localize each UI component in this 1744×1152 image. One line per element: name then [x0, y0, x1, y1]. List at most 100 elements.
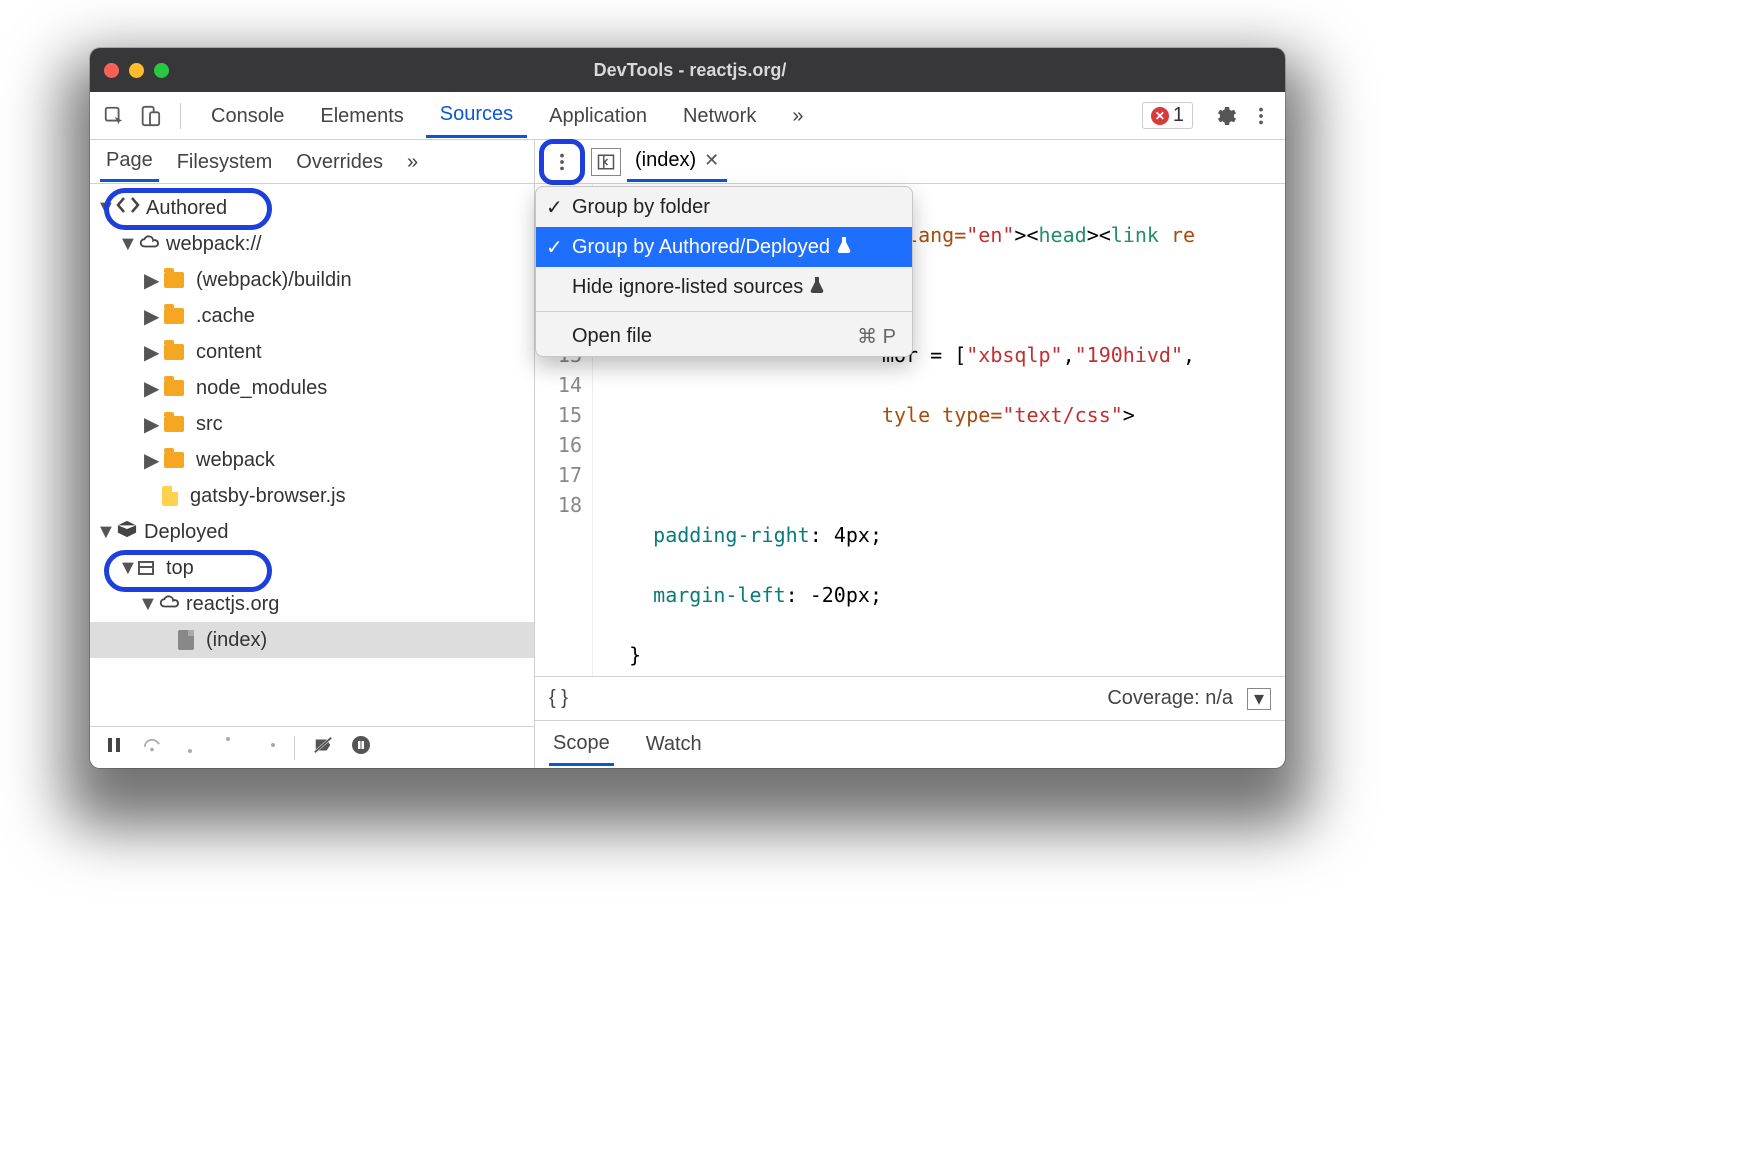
close-tab-icon[interactable]: ✕ [704, 150, 719, 171]
inspect-icon[interactable] [100, 102, 128, 130]
code-line: margin-left: -20px; [605, 580, 1195, 610]
tabs-overflow[interactable]: » [778, 95, 817, 137]
window-zoom-icon[interactable] [154, 63, 169, 78]
menu-item-group-by-folder[interactable]: ✓ Group by folder [536, 187, 912, 227]
code-line [605, 460, 1195, 490]
tree-section-deployed[interactable]: ▼ Deployed [90, 514, 534, 550]
annotation-authored-highlight [104, 188, 272, 230]
settings-gear-icon[interactable] [1211, 102, 1239, 130]
tree-folder[interactable]: ▶ (webpack)/buildin [90, 262, 534, 298]
tab-elements[interactable]: Elements [306, 95, 417, 137]
collapse-arrow-icon: ▶ [144, 376, 158, 401]
debugger-separator [294, 736, 295, 760]
cloud-icon [138, 232, 160, 256]
pretty-print-icon[interactable]: { } [549, 687, 568, 710]
sources-body: ▼ Authored ▼ webpack:// ▶(webpack)/build… [90, 184, 1285, 768]
step-icon[interactable] [256, 735, 276, 761]
menu-shortcut: ⌘ P [857, 324, 896, 349]
editor-tab-label: (index) [635, 149, 696, 172]
index-label: (index) [206, 629, 267, 652]
tree-folder[interactable]: ▶webpack [90, 442, 534, 478]
folder-icon [164, 344, 184, 360]
folder-label: src [196, 413, 223, 436]
folder-label: .cache [196, 305, 255, 328]
step-out-icon[interactable] [218, 735, 238, 761]
drawer-tab-watch[interactable]: Watch [642, 725, 706, 764]
coverage-label: Coverage: n/a [1107, 687, 1233, 710]
devtools-toolbar: Console Elements Sources Application Net… [90, 92, 1285, 140]
menu-item-label: Group by folder [572, 196, 710, 219]
cloud-icon [158, 592, 180, 616]
js-file-icon [162, 486, 178, 506]
navigator-tree: ▼ Authored ▼ webpack:// ▶(webpack)/build… [90, 184, 534, 664]
window-traffic-lights [104, 63, 169, 78]
tree-file-index[interactable]: (index) [90, 622, 534, 658]
origin-label: reactjs.org [186, 593, 279, 616]
tree-folder[interactable]: ▶content [90, 334, 534, 370]
code-line: } [605, 640, 1195, 670]
menu-item-hide-ignore-listed[interactable]: Hide ignore-listed sources [536, 267, 912, 307]
tree-webpack-origin[interactable]: ▼ webpack:// [90, 226, 534, 262]
tab-console[interactable]: Console [197, 95, 298, 137]
sources-context-menu: ✓ Group by folder ✓ Group by Authored/De… [535, 186, 913, 357]
sources-navigator: ▼ Authored ▼ webpack:// ▶(webpack)/build… [90, 184, 535, 768]
folder-icon [164, 308, 184, 324]
folder-label: content [196, 341, 262, 364]
device-toggle-icon[interactable] [136, 102, 164, 130]
tree-file[interactable]: gatsby-browser.js [90, 478, 534, 514]
sources-more-button[interactable] [545, 145, 579, 179]
error-icon: ✕ [1151, 107, 1169, 125]
code-footer: { } Coverage: n/a ▾ [535, 676, 1285, 720]
tab-application[interactable]: Application [535, 95, 661, 137]
error-count-badge[interactable]: ✕ 1 [1142, 102, 1193, 129]
pause-icon[interactable] [104, 735, 124, 761]
drawer-tab-scope[interactable]: Scope [549, 724, 614, 766]
tree-folder[interactable]: ▶ src [90, 406, 534, 442]
window-minimize-icon[interactable] [129, 63, 144, 78]
window-close-icon[interactable] [104, 63, 119, 78]
step-into-icon[interactable] [180, 735, 200, 761]
collapse-arrow-icon: ▶ [144, 268, 158, 293]
toggle-navigator-icon[interactable] [591, 148, 621, 176]
code-line: padding-right: 4px; [605, 520, 1195, 550]
collapse-arrow-icon: ▶ [144, 412, 158, 437]
debugger-controls [90, 726, 535, 768]
collapse-arrow-icon: ▶ [144, 448, 158, 473]
expand-arrow-icon: ▼ [96, 521, 110, 544]
kebab-menu-icon[interactable] [1247, 102, 1275, 130]
tree-folder[interactable]: ▶.cache [90, 298, 534, 334]
devtools-window: DevTools - reactjs.org/ Console Elements… [90, 48, 1285, 768]
file-label: gatsby-browser.js [190, 485, 346, 508]
check-icon: ✓ [546, 235, 563, 260]
menu-item-label: Hide ignore-listed sources [572, 276, 803, 299]
folder-label: (webpack)/buildin [196, 269, 352, 292]
tree-folder[interactable]: ▶ node_modules [90, 370, 534, 406]
annotation-deployed-highlight [104, 550, 272, 592]
experiment-beaker-icon [809, 275, 825, 299]
document-icon [178, 630, 194, 650]
menu-divider [536, 311, 912, 312]
menu-item-open-file[interactable]: Open file ⌘ P [536, 316, 912, 356]
deployed-package-icon [116, 519, 138, 545]
deactivate-breakpoints-icon[interactable] [313, 735, 333, 761]
menu-item-label: Group by Authored/Deployed [572, 236, 830, 259]
tab-network[interactable]: Network [669, 95, 770, 137]
folder-icon [164, 380, 184, 396]
editor-tab-index[interactable]: (index) ✕ [627, 141, 727, 182]
toolbar-separator [180, 103, 181, 129]
pause-on-exceptions-icon[interactable] [351, 735, 371, 761]
tab-sources[interactable]: Sources [426, 93, 527, 138]
subtab-page[interactable]: Page [100, 141, 159, 182]
deployed-label: Deployed [144, 521, 229, 544]
error-count: 1 [1173, 104, 1184, 127]
subtab-overrides[interactable]: Overrides [290, 143, 389, 181]
menu-item-label: Open file [572, 325, 652, 348]
subtab-overflow[interactable]: » [401, 143, 424, 181]
menu-item-group-by-authored-deployed[interactable]: ✓ Group by Authored/Deployed [536, 227, 912, 267]
code-editor-pane: 89101112 131415161718 l lang="en"><head>… [535, 184, 1285, 768]
show-more-icon[interactable]: ▾ [1247, 688, 1271, 710]
step-over-icon[interactable] [142, 735, 162, 761]
folder-label: node_modules [196, 377, 327, 400]
experiment-beaker-icon [836, 235, 852, 259]
subtab-filesystem[interactable]: Filesystem [171, 143, 279, 181]
